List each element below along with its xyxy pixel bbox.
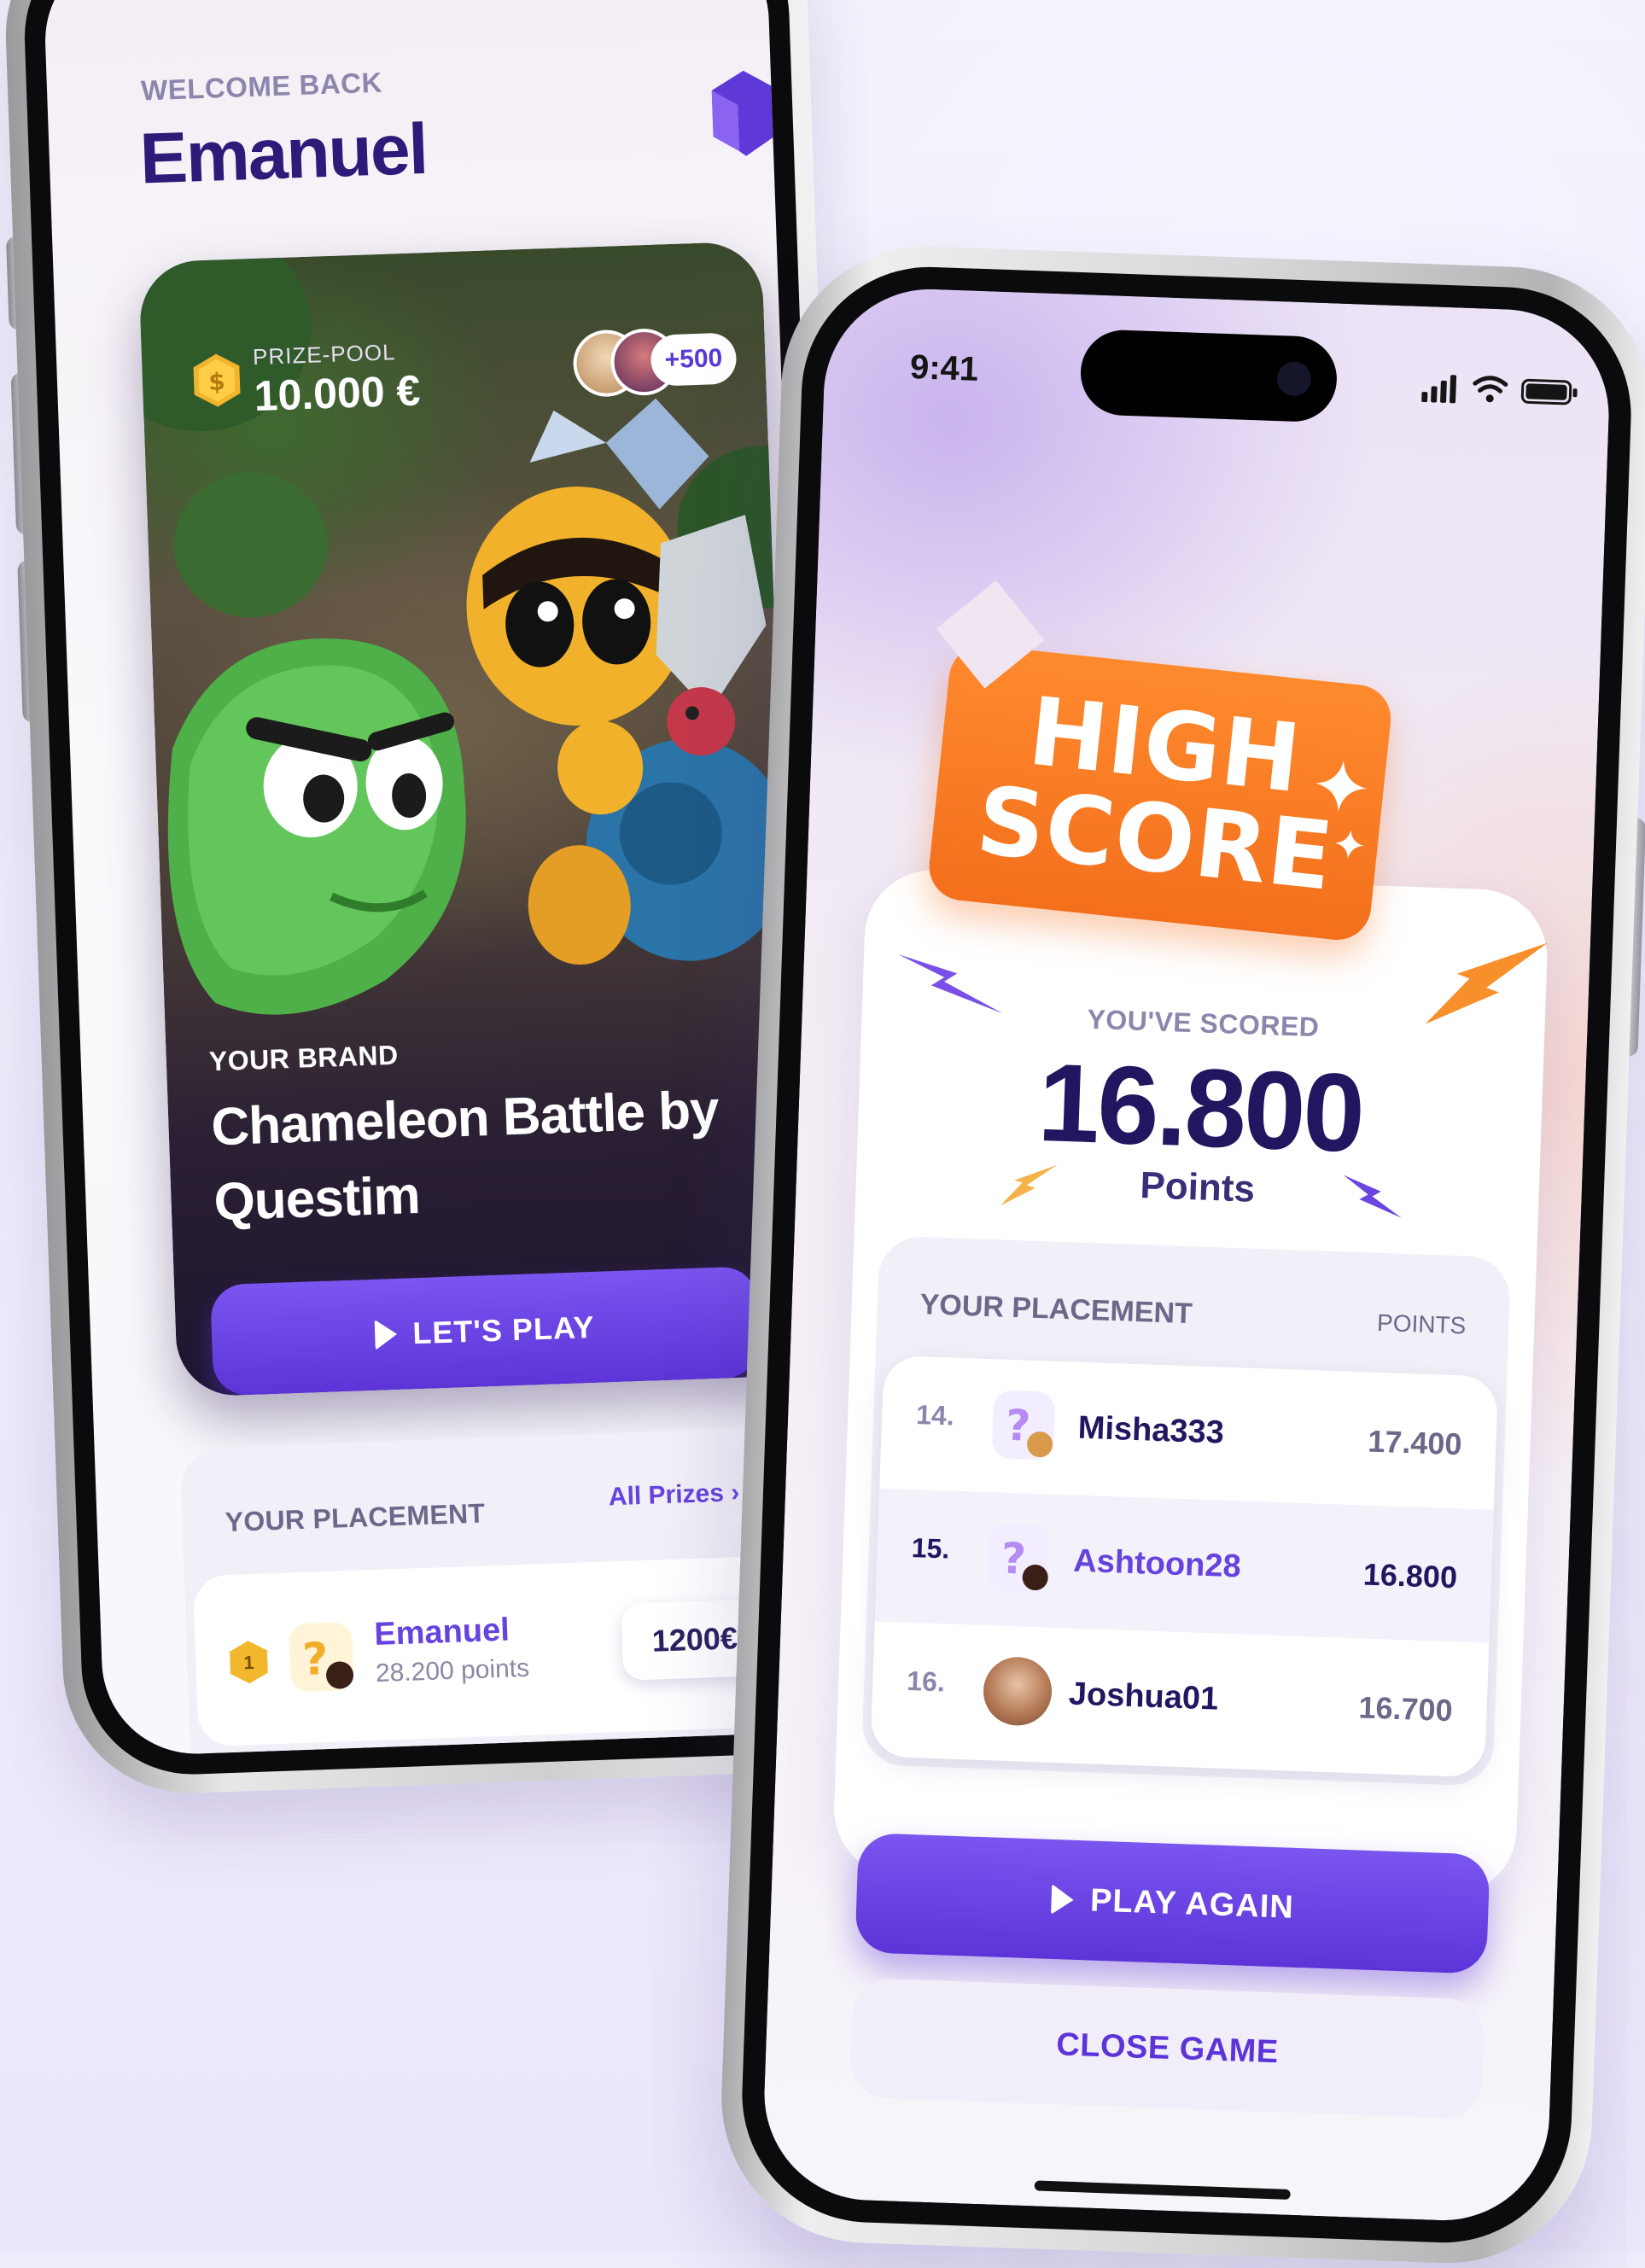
welcome-label: WELCOME BACK — [140, 66, 383, 107]
placement-card: YOUR PLACEMENT All Prizes › 1 ? Emanuel … — [179, 1426, 829, 1758]
play-icon — [374, 1318, 399, 1350]
list-item[interactable]: 14. ? Misha333 17.400 — [879, 1356, 1498, 1510]
username-title: Emanuel — [138, 108, 429, 199]
close-game-label: CLOSE GAME — [1055, 2026, 1280, 2070]
play-icon — [1050, 1883, 1074, 1915]
game-title: Chameleon Battle by Questim — [210, 1080, 720, 1233]
list-item-current-player[interactable]: 15. ? Ashtoon28 16.800 — [874, 1488, 1494, 1643]
list-item[interactable]: 16. Joshua01 16.700 — [870, 1622, 1489, 1776]
placement-panel: YOUR PLACEMENT POINTS 14. ? Misha333 17.… — [860, 1235, 1512, 1787]
high-score-screen: 9:41 HIGH SCORE YOU'VE SCORED 16.800 Poi… — [761, 285, 1613, 2224]
status-time: 9:41 — [909, 348, 979, 388]
phone-right: 9:41 HIGH SCORE YOU'VE SCORED 16.800 Poi… — [716, 241, 1645, 2268]
svg-text:?: ? — [301, 1634, 329, 1686]
avatar: ? — [991, 1390, 1056, 1460]
status-icons — [1421, 375, 1578, 405]
player-score: 16.800 — [1362, 1556, 1458, 1595]
lets-play-button[interactable]: LET'S PLAY — [210, 1266, 761, 1396]
signal-icon — [1421, 375, 1457, 404]
rank-number: 15. — [911, 1531, 950, 1565]
player-name: Misha333 — [1077, 1409, 1225, 1451]
placement-label: YOUR PLACEMENT — [225, 1497, 486, 1538]
dynamic-island — [1079, 329, 1339, 423]
wifi-icon — [1473, 376, 1508, 403]
lets-play-label: LET'S PLAY — [411, 1309, 596, 1351]
points-column-header: POINTS — [1376, 1309, 1467, 1339]
prize-pool-label: PRIZE-POOL — [252, 339, 396, 370]
chevron-right-icon: › — [730, 1478, 740, 1507]
rank-number: 1 — [243, 1652, 254, 1673]
placement-label: YOUR PLACEMENT — [919, 1288, 1193, 1331]
list-item[interactable]: 1 ? Emanuel 28.200 points 1200€ — [192, 1553, 829, 1747]
leaderboard-list: 14. ? Misha333 17.400 15. ? Ashtoon28 16… — [870, 1355, 1499, 1778]
rank-number: 16. — [906, 1665, 946, 1698]
player-points: 28.200 points — [375, 1653, 530, 1688]
home-indicator[interactable] — [1034, 2180, 1291, 2200]
all-prizes-label: All Prizes — [608, 1478, 725, 1512]
player-name: Ashtoon28 — [1072, 1542, 1242, 1585]
close-game-button[interactable]: CLOSE GAME — [849, 1977, 1485, 2119]
brand-tag: YOUR BRAND — [208, 1039, 400, 1077]
question-mark-icon: ? — [301, 1634, 354, 1689]
question-mark-icon: ? — [1000, 1534, 1048, 1591]
rank-badge-icon: 1 — [230, 1641, 268, 1684]
brand-logo-icon — [711, 70, 775, 156]
player-score: 17.400 — [1367, 1423, 1463, 1462]
avatar: ? — [288, 1621, 354, 1693]
player-name: Emanuel — [373, 1612, 510, 1653]
player-name: Joshua01 — [1068, 1676, 1219, 1717]
avatar — [982, 1656, 1053, 1727]
all-prizes-link[interactable]: All Prizes › — [608, 1478, 739, 1512]
camera-icon — [1276, 361, 1312, 397]
sparkle-icon — [1334, 830, 1364, 860]
question-mark-icon: ? — [1005, 1401, 1053, 1458]
featured-game-card[interactable]: $ PRIZE-POOL 10.000 € +500 YOUR BRAND Ch… — [138, 241, 802, 1397]
player-score: 16.700 — [1357, 1689, 1454, 1729]
home-screen: WELCOME BACK Emanuel $ PRIZE-POOL 10.000… — [42, 0, 829, 1758]
play-again-button[interactable]: PLAY AGAIN — [855, 1833, 1490, 1974]
phone-left: WELCOME BACK Emanuel $ PRIZE-POOL 10.000… — [1, 0, 870, 1798]
battery-icon — [1520, 378, 1578, 405]
sparkle-icon — [1315, 760, 1367, 812]
play-again-label: PLAY AGAIN — [1089, 1882, 1295, 1926]
game-artwork — [167, 398, 790, 1015]
high-score-badge: HIGH SCORE — [925, 580, 1395, 943]
avatar: ? — [987, 1523, 1051, 1594]
rank-number: 14. — [915, 1399, 955, 1431]
